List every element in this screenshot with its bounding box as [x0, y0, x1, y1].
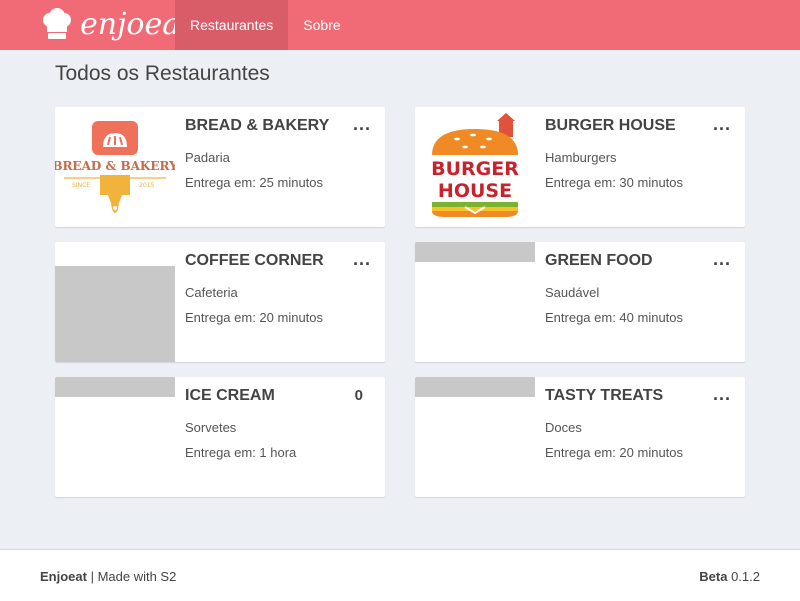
image-placeholder	[415, 377, 535, 397]
burger-house-logo: BURGER HOUSE	[430, 113, 520, 217]
brand-logo[interactable]: enjoeat	[40, 6, 192, 44]
restaurant-category: Doces	[545, 420, 582, 435]
delivery-estimate: Entrega em: 1 hora	[185, 445, 297, 460]
footer-credits: Enjoeat | Made with S2	[40, 569, 176, 584]
restaurant-category: Padaria	[185, 150, 230, 165]
delivery-estimate: Entrega em: 40 minutos	[545, 310, 684, 325]
restaurant-name[interactable]: BURGER HOUSE	[545, 117, 676, 135]
footer-brand: Enjoeat	[40, 569, 87, 584]
svg-text:BREAD & BAKERY: BREAD & BAKERY	[55, 159, 175, 173]
more-options-button[interactable]: ...	[353, 250, 371, 268]
restaurant-name[interactable]: TASTY TREATS	[545, 387, 663, 405]
restaurant-image	[55, 242, 175, 362]
delivery-estimate: Entrega em: 20 minutos	[545, 445, 684, 460]
restaurant-image	[415, 377, 535, 497]
restaurant-category: Hamburgers	[545, 150, 617, 165]
page-title: Todos os Restaurantes	[55, 62, 270, 85]
restaurant-category: Saudável	[545, 285, 600, 300]
image-placeholder	[55, 377, 175, 397]
restaurant-card[interactable]: BURGER HOUSE BURGER HOUSE ... Hamburgers…	[415, 107, 745, 227]
nav-restaurantes[interactable]: Restaurantes	[175, 0, 289, 50]
restaurant-image	[55, 377, 175, 497]
svg-text:BURGER: BURGER	[431, 158, 519, 180]
footer-made-with: | Made with S2	[86, 569, 177, 584]
more-options-button[interactable]: ...	[353, 115, 371, 133]
delivery-estimate: Entrega em: 30 minutos	[545, 175, 684, 190]
restaurant-name[interactable]: COFFEE CORNER	[185, 252, 324, 270]
restaurant-image	[415, 242, 535, 362]
restaurant-name[interactable]: GREEN FOOD	[545, 252, 653, 270]
image-placeholder	[55, 266, 175, 362]
restaurant-card[interactable]: GREEN FOOD ... Saudável Entrega em: 40 m…	[415, 242, 745, 362]
restaurant-card[interactable]: BREAD & BAKERY SINCE 2015 BREAD & BAKERY…	[55, 107, 385, 227]
nav-sobre[interactable]: Sobre	[288, 0, 355, 50]
restaurant-card[interactable]: TASTY TREATS ... Doces Entrega em: 20 mi…	[415, 377, 745, 497]
footer-version: Beta 0.1.2	[699, 569, 760, 584]
footer: Enjoeat | Made with S2 Beta 0.1.2	[0, 549, 800, 601]
delivery-estimate: Entrega em: 25 minutos	[185, 175, 324, 190]
restaurant-name[interactable]: BREAD & BAKERY	[185, 117, 329, 135]
main-nav: Restaurantes Sobre	[175, 0, 356, 50]
image-placeholder	[415, 242, 535, 262]
restaurant-image: BURGER HOUSE	[415, 107, 535, 227]
chef-hat-icon	[43, 8, 71, 39]
restaurant-category: Cafeteria	[185, 285, 238, 300]
restaurant-name[interactable]: ICE CREAM	[185, 387, 275, 405]
svg-text:2015: 2015	[139, 182, 154, 189]
restaurant-card[interactable]: ICE CREAM 0 Sorvetes Entrega em: 1 hora	[55, 377, 385, 497]
restaurant-category: Sorvetes	[185, 420, 237, 435]
svg-text:SINCE: SINCE	[72, 182, 90, 189]
item-count[interactable]: 0	[355, 387, 363, 404]
more-options-button[interactable]: ...	[713, 385, 731, 403]
restaurant-image: BREAD & BAKERY SINCE 2015	[55, 107, 178, 227]
top-navbar: enjoeat Restaurantes Sobre	[0, 0, 800, 50]
version-number: 0.1.2	[727, 569, 760, 584]
bread-bakery-logo: BREAD & BAKERY SINCE 2015	[55, 121, 178, 213]
more-options-button[interactable]: ...	[713, 250, 731, 268]
restaurant-card[interactable]: COFFEE CORNER ... Cafeteria Entrega em: …	[55, 242, 385, 362]
svg-text:HOUSE: HOUSE	[438, 180, 512, 202]
footer-stage: Beta	[699, 569, 728, 584]
more-options-button[interactable]: ...	[713, 115, 731, 133]
delivery-estimate: Entrega em: 20 minutos	[185, 310, 324, 325]
